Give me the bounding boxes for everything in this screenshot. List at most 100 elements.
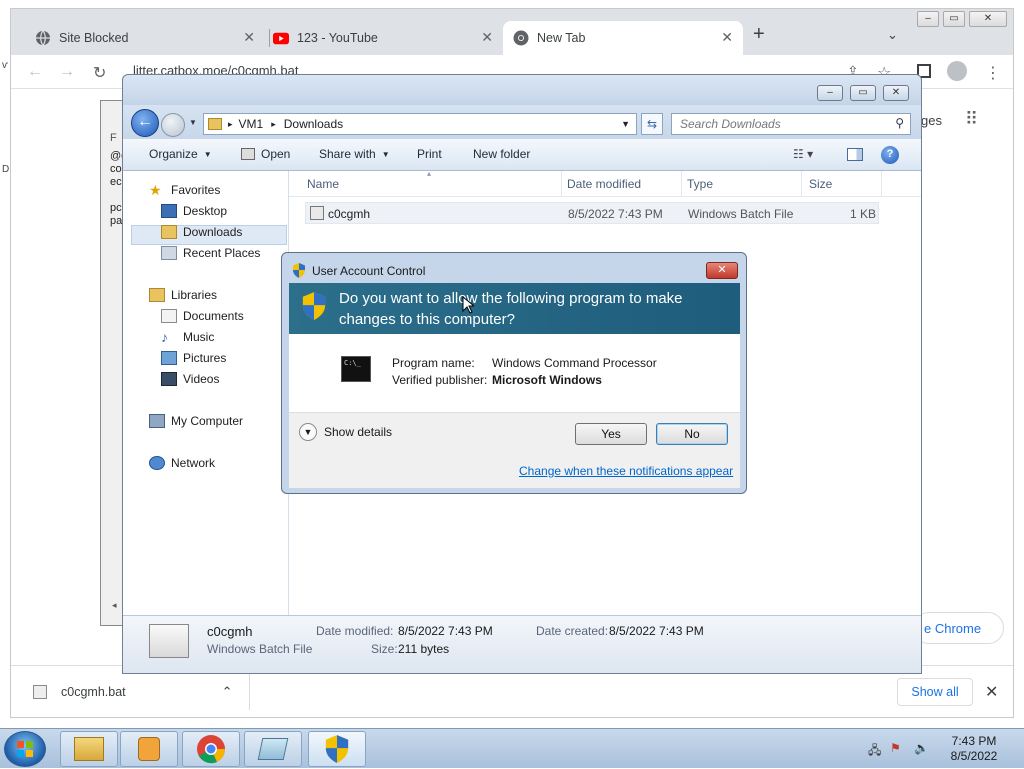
refresh-button[interactable]: ⇆	[641, 113, 663, 135]
file-modified: 8/5/2022 7:43 PM	[568, 207, 663, 221]
search-icon[interactable]: ⚲	[895, 116, 904, 130]
partial-images-link[interactable]: ges	[921, 113, 942, 128]
apps-grid-icon[interactable]: ⠿	[965, 109, 978, 130]
back-arrow-icon[interactable]: ←	[27, 63, 43, 81]
gear-file-large-icon	[149, 624, 189, 658]
nav-desktop[interactable]: Desktop	[161, 204, 227, 218]
organize-label: Organize	[149, 147, 198, 161]
maximize-button[interactable]: ▭	[943, 11, 965, 27]
uac-banner: Do you want to allow the following progr…	[289, 283, 740, 334]
show-all-button[interactable]: Show all	[897, 678, 973, 706]
explorer-close-button[interactable]: ✕	[883, 85, 909, 101]
print-button[interactable]: Print	[417, 147, 442, 161]
action-center-flag-icon[interactable]: ⚑	[890, 741, 901, 755]
chevron-up-icon[interactable]: ⌃	[222, 684, 233, 700]
taskbar-notepad[interactable]	[244, 731, 302, 767]
notification-settings-link[interactable]: Change when these notifications appear	[519, 464, 733, 478]
breadcrumb-vm1[interactable]: VM1	[239, 117, 264, 131]
nav-label: Downloads	[183, 225, 243, 239]
profile-avatar-icon[interactable]	[947, 61, 967, 81]
breadcrumb-chevron-icon: ▸	[228, 118, 233, 129]
show-details-toggle[interactable]: ▼ Show details	[299, 423, 392, 441]
close-tab-icon[interactable]: ✕	[243, 29, 255, 46]
nav-libraries[interactable]: Libraries	[149, 288, 217, 302]
explorer-minimize-button[interactable]: –	[817, 85, 843, 101]
nav-videos[interactable]: Videos	[161, 372, 219, 386]
history-dropdown-icon[interactable]: ▼	[189, 118, 197, 127]
address-dropdown-icon[interactable]: ▼	[621, 119, 630, 129]
organize-button[interactable]: Organize ▼	[149, 147, 212, 161]
column-separator	[681, 171, 682, 197]
file-name: c0cgmh	[328, 207, 371, 221]
column-name[interactable]: Name	[307, 177, 339, 191]
chevron-down-icon[interactable]: ⌄	[887, 27, 898, 43]
forward-arrow-icon[interactable]: →	[59, 63, 75, 81]
nav-pictures[interactable]: Pictures	[161, 351, 226, 365]
libraries-icon	[149, 288, 165, 302]
uac-footer: ▼ Show details Yes No Change when these …	[289, 412, 740, 488]
volume-icon[interactable]: 🔈	[914, 741, 929, 755]
search-placeholder: Search Downloads	[680, 117, 781, 131]
nav-favorites[interactable]: ★ Favorites	[149, 183, 220, 197]
reload-icon[interactable]: ↻	[93, 63, 106, 83]
column-date-modified[interactable]: Date modified	[567, 177, 641, 191]
close-download-bar-icon[interactable]: ✕	[985, 682, 998, 702]
nav-label: Desktop	[183, 204, 228, 218]
taskbar-uac[interactable]	[308, 731, 366, 767]
menu-dots-icon[interactable]: ⋮	[985, 63, 1001, 83]
close-tab-icon[interactable]: ✕	[481, 29, 493, 46]
tab-youtube[interactable]: 123 - YouTube ✕	[263, 21, 503, 55]
minimize-button[interactable]: –	[917, 11, 939, 27]
share-with-button[interactable]: Share with ▼	[319, 147, 390, 161]
nav-network[interactable]: Network	[149, 456, 215, 470]
scroll-left-arrow-icon[interactable]: ◂	[112, 600, 117, 611]
tab-title: Site Blocked	[59, 31, 129, 45]
uac-close-button[interactable]: ✕	[706, 262, 738, 279]
explorer-titlebar[interactable]: – ▭ ✕	[123, 75, 921, 105]
customize-chrome-label: e Chrome	[924, 621, 982, 636]
tab-new-tab[interactable]: New Tab ✕	[503, 21, 743, 55]
download-item[interactable]: c0cgmh.bat ⌃	[33, 684, 233, 700]
nav-my-computer[interactable]: My Computer	[149, 414, 243, 428]
help-icon[interactable]: ?	[881, 146, 899, 164]
new-folder-button[interactable]: New folder	[473, 147, 530, 161]
taskbar-media-player[interactable]	[120, 731, 178, 767]
back-button[interactable]: ←	[131, 109, 159, 137]
preview-pane-icon[interactable]	[847, 148, 863, 161]
nav-music[interactable]: ♪ Music	[161, 330, 214, 344]
customize-chrome-button[interactable]: e Chrome	[913, 612, 1004, 644]
taskbar-explorer[interactable]	[60, 731, 118, 767]
batch-file-icon	[33, 685, 47, 699]
nav-label: Network	[171, 456, 216, 470]
column-size[interactable]: Size	[809, 177, 832, 191]
start-button[interactable]	[4, 731, 46, 767]
system-clock[interactable]: 7:43 PM 8/5/2022	[934, 734, 1014, 764]
search-input[interactable]: Search Downloads ⚲	[671, 113, 911, 135]
breadcrumb-downloads[interactable]: Downloads	[284, 117, 343, 131]
column-type[interactable]: Type	[687, 177, 713, 191]
network-tray-icon[interactable]: 🖧	[868, 741, 881, 762]
forward-button[interactable]	[161, 113, 185, 137]
table-row[interactable]: c0cgmh 8/5/2022 7:43 PM Windows Batch Fi…	[305, 202, 879, 224]
open-button[interactable]: Open	[241, 147, 290, 161]
nav-documents[interactable]: Documents	[161, 309, 244, 323]
taskbar-chrome[interactable]	[182, 731, 240, 767]
nav-label: Libraries	[171, 288, 218, 302]
explorer-maximize-button[interactable]: ▭	[850, 85, 876, 101]
tab-title: 123 - YouTube	[297, 31, 378, 45]
new-tab-button[interactable]: +	[753, 23, 765, 46]
nav-recent-places[interactable]: Recent Places	[161, 246, 260, 260]
explorer-address-bar[interactable]: ▸ VM1 ▸ Downloads ▼	[203, 113, 637, 135]
nav-label: Videos	[183, 372, 220, 386]
nav-label: Favorites	[171, 183, 221, 197]
sort-up-icon: ▴	[427, 169, 432, 178]
yes-button[interactable]: Yes	[575, 423, 647, 445]
view-options-icon[interactable]: ☷ ▾	[793, 147, 813, 161]
close-tab-icon[interactable]: ✕	[721, 29, 733, 46]
gear-file-icon	[241, 148, 255, 160]
close-button[interactable]: ✕	[969, 11, 1007, 27]
nav-downloads[interactable]: Downloads	[161, 225, 242, 239]
no-button[interactable]: No	[656, 423, 728, 445]
media-player-icon	[138, 737, 160, 761]
tab-site-blocked[interactable]: Site Blocked ✕	[25, 21, 265, 55]
